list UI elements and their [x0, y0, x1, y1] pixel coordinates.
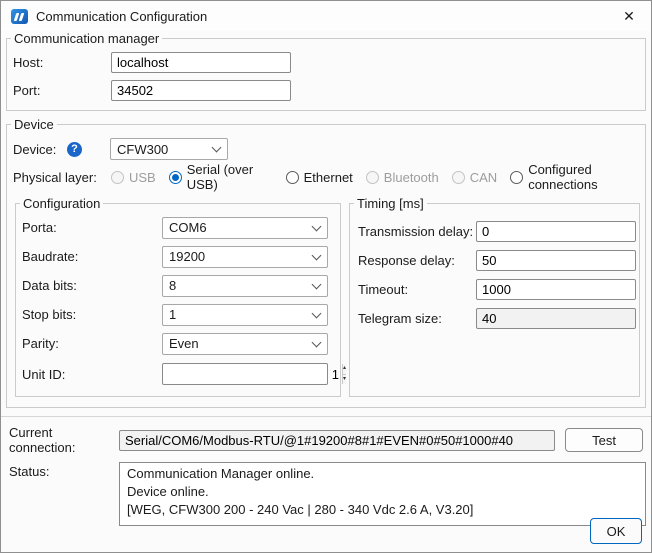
device-group: Device Device: ? CFW300 Physical layer: …: [6, 117, 646, 408]
radio-bluetooth[interactable]: Bluetooth: [366, 170, 439, 185]
status-line: [WEG, CFW300 200 - 240 Vac | 280 - 340 V…: [127, 501, 638, 519]
timing-legend: Timing [ms]: [354, 196, 427, 211]
data-bits-label: Data bits:: [22, 278, 162, 293]
radio-configured-connections[interactable]: Configured connections: [510, 162, 645, 192]
status-line: Device online.: [127, 483, 638, 501]
parity-label: Parity:: [22, 336, 162, 351]
radio-ethernet[interactable]: Ethernet: [286, 170, 353, 185]
host-label: Host:: [13, 55, 111, 70]
device-legend: Device: [11, 117, 57, 132]
chevron-down-icon: [312, 337, 322, 347]
spin-down-icon[interactable]: ▾: [343, 375, 346, 385]
status-box[interactable]: Communication Manager online. Device onl…: [119, 462, 646, 526]
data-bits-select[interactable]: 8: [162, 275, 328, 297]
app-icon: [11, 9, 28, 24]
physical-layer-radios: USB Serial (over USB) Ethernet Bluetooth…: [111, 162, 645, 192]
porta-label: Porta:: [22, 220, 162, 235]
configuration-group: Configuration Porta: COM6 Baudrate: 1920…: [15, 196, 341, 397]
radio-can[interactable]: CAN: [452, 170, 497, 185]
unit-id-input[interactable]: [163, 364, 342, 384]
transmission-delay-input[interactable]: [476, 221, 636, 242]
chevron-down-icon: [312, 250, 322, 260]
communication-manager-group: Communication manager Host: Port:: [6, 31, 646, 111]
chevron-down-icon: [312, 221, 322, 231]
radio-usb[interactable]: USB: [111, 170, 156, 185]
status-line: Communication Manager online.: [127, 465, 638, 483]
response-delay-input[interactable]: [476, 250, 636, 271]
chevron-down-icon: [312, 279, 322, 289]
port-label: Port:: [13, 83, 111, 98]
communication-manager-legend: Communication manager: [11, 31, 162, 46]
physical-layer-label: Physical layer:: [13, 170, 111, 185]
spin-up-icon[interactable]: ▴: [343, 364, 346, 375]
radio-bluetooth-circle: [366, 171, 379, 184]
baudrate-select[interactable]: 19200: [162, 246, 328, 268]
host-input[interactable]: [111, 52, 291, 73]
chevron-down-icon: [212, 143, 222, 153]
radio-configured-circle: [510, 171, 523, 184]
unit-id-label: Unit ID:: [22, 367, 162, 382]
radio-usb-circle: [111, 171, 124, 184]
ok-button[interactable]: OK: [590, 518, 642, 544]
parity-select[interactable]: Even: [162, 333, 328, 355]
telegram-size-input[interactable]: [476, 308, 636, 329]
timing-group: Timing [ms] Transmission delay: Response…: [349, 196, 640, 397]
baudrate-label: Baudrate:: [22, 249, 162, 264]
stop-bits-label: Stop bits:: [22, 307, 162, 322]
current-connection-label: Current connection:: [9, 425, 119, 455]
porta-select[interactable]: COM6: [162, 217, 328, 239]
test-button[interactable]: Test: [565, 428, 643, 452]
device-label: Device:: [13, 142, 63, 157]
radio-serial-circle: [169, 171, 182, 184]
configuration-legend: Configuration: [20, 196, 103, 211]
unit-id-stepper: ▴ ▾: [162, 363, 328, 385]
response-delay-label: Response delay:: [358, 253, 476, 268]
transmission-delay-label: Transmission delay:: [358, 224, 476, 239]
timeout-input[interactable]: [476, 279, 636, 300]
timeout-label: Timeout:: [358, 282, 476, 297]
close-icon[interactable]: ✕: [607, 1, 651, 31]
window-title: Communication Configuration: [36, 9, 207, 24]
chevron-down-icon: [312, 308, 322, 318]
device-select[interactable]: CFW300: [110, 138, 228, 160]
communication-configuration-dialog: { "window": { "title": "Communication Co…: [0, 0, 652, 553]
device-select-value: CFW300: [117, 142, 168, 157]
status-label: Status:: [9, 462, 119, 479]
radio-serial-over-usb[interactable]: Serial (over USB): [169, 162, 273, 192]
help-icon[interactable]: ?: [67, 142, 82, 157]
radio-can-circle: [452, 171, 465, 184]
title-bar: Communication Configuration ✕: [1, 1, 651, 31]
current-connection-field[interactable]: [119, 430, 555, 451]
radio-ethernet-circle: [286, 171, 299, 184]
telegram-size-label: Telegram size:: [358, 311, 476, 326]
port-input[interactable]: [111, 80, 291, 101]
stop-bits-select[interactable]: 1: [162, 304, 328, 326]
